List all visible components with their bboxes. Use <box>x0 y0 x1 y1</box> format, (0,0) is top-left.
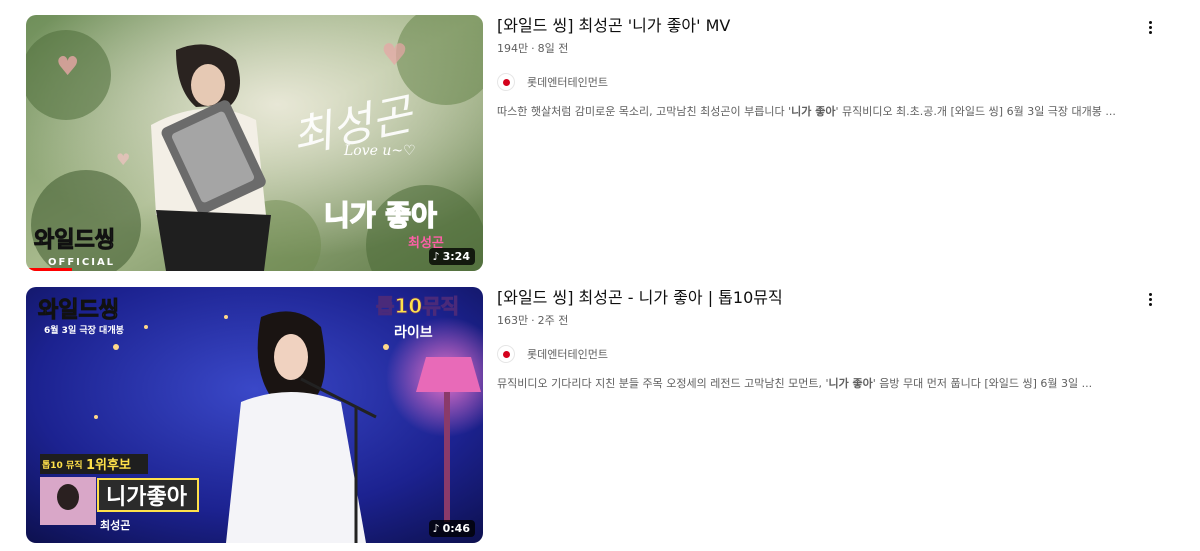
upload-age-2: 2주 전 <box>537 314 569 327</box>
thumb-badge-small: 톱10 뮤직 <box>42 459 83 471</box>
desc-highlight: 니가 좋아 <box>791 105 836 118</box>
desc-highlight: 니가 좋아 <box>828 377 873 390</box>
thumb-release: 6월 3일 극장 대개봉 <box>44 324 124 336</box>
desc-text: ' 뮤직비디오 최.초.공.개 [와일드 씽] 6월 3일 극장 대개봉 ... <box>835 105 1116 118</box>
duration-text-2: 0:46 <box>442 522 470 535</box>
music-note-icon: ♪ <box>432 250 440 263</box>
video-info-2: [와일드 씽] 최성곤 - 니가 좋아 | 톱10뮤직 163만 · 2주 전 롯데… <box>497 287 1137 391</box>
video-thumbnail-1[interactable]: ♥ ♥ ♥ 최성곤 Love u~♡ 니가 좋아 최성곤 와일드씽 OFFICI… <box>26 15 483 271</box>
upload-age-1: 8일 전 <box>537 42 569 55</box>
thumb-song-title: 니가좋아 <box>106 485 188 510</box>
thumb-logo: 와일드씽 <box>38 298 119 323</box>
video-meta-1: 194만 · 8일 전 <box>497 42 1137 56</box>
thumb-logo-sub: OFFICIAL <box>48 257 115 268</box>
thumb-song-title: 니가 좋아 <box>324 199 437 232</box>
channel-name-1[interactable]: 롯데엔터테인먼트 <box>527 74 608 90</box>
thumb-logo: 와일드씽 <box>34 228 115 253</box>
duration-badge-2: ♪ 0:46 <box>428 520 475 537</box>
meta-separator: · <box>531 42 535 55</box>
duration-text-1: 3:24 <box>442 250 470 263</box>
video-description-1: 따스한 햇살처럼 감미로운 목소리, 고막남친 최성곤이 부릅니다 '니가 좋아… <box>497 104 1137 119</box>
video-title-1[interactable]: [와일드 씽] 최성곤 '니가 좋아' MV <box>497 15 1137 37</box>
svg-text:♥: ♥ <box>116 150 130 169</box>
video-meta-2: 163만 · 2주 전 <box>497 314 1137 328</box>
view-count-1: 194만 <box>497 42 529 55</box>
view-count-2: 163만 <box>497 314 529 327</box>
channel-name-2[interactable]: 롯데엔터테인먼트 <box>527 346 608 362</box>
video-info-1: [와일드 씽] 최성곤 '니가 좋아' MV 194만 · 8일 전 롯데엔터테인먼… <box>497 15 1137 119</box>
video-title-2[interactable]: [와일드 씽] 최성곤 - 니가 좋아 | 톱10뮤직 <box>497 287 1137 309</box>
channel-logo-icon <box>502 350 510 358</box>
desc-text: 뮤직비디오 기다리다 지친 분들 주목 오정세의 레전드 고막남친 모먼트, ' <box>497 377 829 390</box>
more-vert-icon[interactable] <box>1138 15 1162 39</box>
music-note-icon: ♪ <box>432 522 440 535</box>
channel-avatar[interactable] <box>497 345 515 363</box>
thumb-badge: 1위후보 <box>86 457 131 473</box>
desc-text: ' 음방 무대 먼저 풉니다 [와일드 씽] 6월 3일 ... <box>872 377 1093 390</box>
thumb-script-sub: Love u~♡ <box>343 143 416 159</box>
video-thumbnail-2[interactable]: 와일드씽 6월 3일 극장 대개봉 톱10뮤직 라이브 톱10 뮤직 1위후보 … <box>26 287 483 543</box>
svg-text:♥: ♥ <box>56 52 79 82</box>
meta-separator: · <box>531 314 535 327</box>
watch-progress-bar-1 <box>26 268 72 271</box>
video-row-1: ♥ ♥ ♥ 최성곤 Love u~♡ 니가 좋아 최성곤 와일드씽 OFFICI… <box>0 15 1200 271</box>
thumb-live-label: 라이브 <box>394 324 433 341</box>
thumb-show-logo: 톱10뮤직 <box>376 294 459 318</box>
duration-badge-1: ♪ 3:24 <box>428 248 475 265</box>
channel-avatar[interactable] <box>497 73 515 91</box>
svg-text:♥: ♥ <box>381 38 408 73</box>
thumb-singer: 최성곤 <box>100 518 130 532</box>
video-description-2: 뮤직비디오 기다리다 지친 분들 주목 오정세의 레전드 고막남친 모먼트, '… <box>497 376 1137 391</box>
video-row-2: 와일드씽 6월 3일 극장 대개봉 톱10뮤직 라이브 톱10 뮤직 1위후보 … <box>0 287 1200 543</box>
thumbnail-image-1: ♥ ♥ ♥ 최성곤 Love u~♡ 니가 좋아 최성곤 와일드씽 OFFICI… <box>26 15 483 271</box>
thumbnail-image-2: 와일드씽 6월 3일 극장 대개봉 톱10뮤직 라이브 톱10 뮤직 1위후보 … <box>26 287 483 543</box>
channel-link-2[interactable]: 롯데엔터테인먼트 <box>497 344 1137 364</box>
channel-link-1[interactable]: 롯데엔터테인먼트 <box>497 72 1137 92</box>
more-vert-icon[interactable] <box>1138 287 1162 311</box>
desc-text: 따스한 햇살처럼 감미로운 목소리, 고막남친 최성곤이 부릅니다 ' <box>497 105 792 118</box>
channel-logo-icon <box>502 78 510 86</box>
